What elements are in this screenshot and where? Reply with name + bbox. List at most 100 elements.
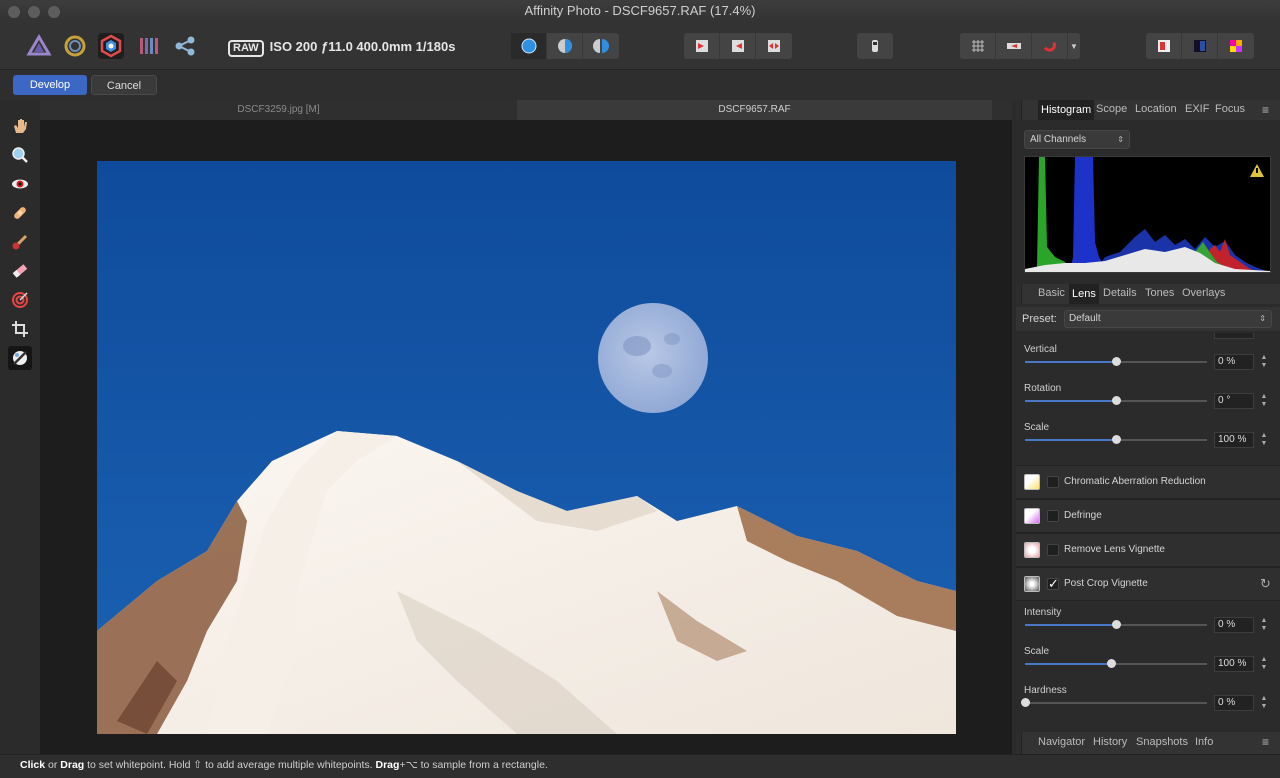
tab-info[interactable]: Info <box>1195 736 1213 748</box>
slider-value-field[interactable]: 100 % <box>1214 432 1254 448</box>
preset-select[interactable]: Default ⇕ <box>1064 310 1272 328</box>
split-view-button[interactable] <box>547 33 583 59</box>
slider-value-field[interactable]: 0 % <box>1214 695 1254 711</box>
slider-knob[interactable] <box>1021 698 1030 707</box>
panel-menu-icon[interactable]: ≡ <box>1262 735 1269 749</box>
section-defringe[interactable]: Defringe <box>1016 499 1280 533</box>
slider-knob[interactable] <box>1112 435 1121 444</box>
tab-basic[interactable]: Basic <box>1038 287 1065 299</box>
tab-overlays[interactable]: Overlays <box>1182 287 1225 299</box>
clipping-group <box>684 33 792 59</box>
clip-shadows-button[interactable] <box>720 33 756 59</box>
photo-persona-icon[interactable] <box>26 33 52 59</box>
tools-panel <box>0 100 40 754</box>
close-window-button[interactable] <box>8 6 20 18</box>
section-chromatic-aberration[interactable]: Chromatic Aberration Reduction <box>1016 465 1280 499</box>
minimize-window-button[interactable] <box>28 6 40 18</box>
clip-highlights-button[interactable] <box>684 33 720 59</box>
slider-track[interactable] <box>1025 659 1207 668</box>
slider-label: Hardness <box>1024 685 1067 696</box>
white-balance-tool-icon[interactable] <box>8 346 32 370</box>
stepper-icon[interactable]: ▲ ▼ <box>1259 393 1269 409</box>
slider-track[interactable] <box>1025 396 1207 405</box>
tab-history[interactable]: History <box>1093 736 1127 748</box>
export-persona-icon[interactable] <box>172 33 198 59</box>
slider-track[interactable] <box>1025 620 1207 629</box>
panel-left-icon <box>1157 40 1170 52</box>
tab-snapshots[interactable]: Snapshots <box>1136 736 1188 748</box>
section-post-crop-vignette[interactable]: ✓ Post Crop Vignette ↻ <box>1016 567 1280 601</box>
stepper-icon[interactable]: ▲ ▼ <box>1259 432 1269 448</box>
preset-row: Preset: Default ⇕ <box>1016 307 1280 331</box>
develop-action-bar: Develop Cancel <box>0 70 1280 100</box>
stepper-icon[interactable]: ▲ ▼ <box>1259 354 1269 370</box>
view-panel-button[interactable] <box>1146 33 1182 59</box>
single-view-button[interactable] <box>511 33 547 59</box>
stepper-icon[interactable]: ▲ ▼ <box>1259 656 1269 672</box>
slider-knob[interactable] <box>1106 659 1116 668</box>
stepper-icon[interactable]: ▲ ▼ <box>1259 695 1269 711</box>
panel-grip[interactable] <box>1016 732 1022 754</box>
grid-button[interactable] <box>960 33 996 59</box>
slider-knob[interactable] <box>1112 620 1121 629</box>
tab-location[interactable]: Location <box>1135 103 1177 115</box>
slider-value-field[interactable]: 0 % <box>1214 617 1254 633</box>
develop-button[interactable]: Develop <box>13 75 87 95</box>
snapping-menu-chevron-icon[interactable]: ▼ <box>1068 33 1080 59</box>
tab-histogram[interactable]: Histogram <box>1038 100 1095 120</box>
tab-lens[interactable]: Lens <box>1069 284 1099 304</box>
tone-mapping-persona-icon[interactable] <box>136 33 162 59</box>
chromatic-aberration-checkbox[interactable] <box>1047 476 1059 488</box>
color-panel-button[interactable] <box>1218 33 1254 59</box>
remove-lens-vignette-checkbox[interactable] <box>1047 544 1059 556</box>
slider-value-field[interactable]: 0 ° <box>1214 393 1254 409</box>
slider-value-field[interactable]: 100 % <box>1214 656 1254 672</box>
slider-value-field[interactable]: 0 % <box>1214 354 1254 370</box>
defringe-checkbox[interactable] <box>1047 510 1059 522</box>
tab-exif[interactable]: EXIF <box>1185 103 1209 115</box>
studio-group <box>1146 33 1254 59</box>
liquify-persona-icon[interactable] <box>62 33 88 59</box>
view-tool-hand-icon[interactable] <box>8 114 32 138</box>
red-eye-tool-icon[interactable] <box>8 172 32 196</box>
studio-toggle-button[interactable] <box>1182 33 1218 59</box>
snapping-button[interactable] <box>1032 33 1068 59</box>
brush-tool-icon[interactable] <box>8 230 32 254</box>
section-remove-lens-vignette[interactable]: Remove Lens Vignette <box>1016 533 1280 567</box>
slider-knob[interactable] <box>1112 396 1121 405</box>
reset-icon[interactable]: ↻ <box>1260 576 1271 592</box>
tab-scope[interactable]: Scope <box>1096 103 1127 115</box>
stepper-icon[interactable]: ▲ ▼ <box>1259 617 1269 633</box>
photo-canvas[interactable] <box>97 161 956 734</box>
slider-track[interactable] <box>1021 698 1207 707</box>
channel-select[interactable]: All Channels ⇕ <box>1024 130 1130 149</box>
tab-tones[interactable]: Tones <box>1145 287 1174 299</box>
tab-navigator[interactable]: Navigator <box>1038 736 1085 748</box>
slider-track[interactable] <box>1025 357 1207 366</box>
cancel-button[interactable]: Cancel <box>91 75 157 95</box>
zoom-tool-icon[interactable] <box>8 143 32 167</box>
clip-tones-button[interactable] <box>756 33 792 59</box>
blemish-tool-icon[interactable] <box>8 201 32 225</box>
magnet-icon <box>1043 41 1056 52</box>
slider-track[interactable] <box>1025 435 1207 444</box>
mirror-view-button[interactable] <box>583 33 619 59</box>
slider-knob[interactable] <box>1112 357 1121 366</box>
develop-persona-icon[interactable] <box>98 33 124 59</box>
eraser-tool-icon[interactable] <box>8 259 32 283</box>
assistant-button[interactable] <box>857 33 893 59</box>
zoom-window-button[interactable] <box>48 6 60 18</box>
post-crop-vignette-checkbox[interactable]: ✓ <box>1047 577 1059 590</box>
gradient-tool-icon[interactable] <box>8 288 32 312</box>
panel-grip[interactable] <box>1016 284 1022 304</box>
tab-details[interactable]: Details <box>1103 287 1137 299</box>
crop-tool-icon[interactable] <box>8 317 32 341</box>
guides-button[interactable] <box>996 33 1032 59</box>
panel-grip[interactable] <box>1016 100 1022 120</box>
doc-tab-dscf9657[interactable]: DSCF9657.RAF <box>517 100 992 120</box>
main-toolbar: RAW ISO 200 ƒ11.0 400.0mm 1/180s ▼ <box>0 22 1280 70</box>
panel-menu-icon[interactable]: ≡ <box>1262 103 1269 117</box>
tab-focus[interactable]: Focus <box>1215 103 1245 115</box>
doc-tab-dscf3259[interactable]: DSCF3259.jpg [M] <box>40 100 517 120</box>
slider-fill <box>1025 439 1116 441</box>
